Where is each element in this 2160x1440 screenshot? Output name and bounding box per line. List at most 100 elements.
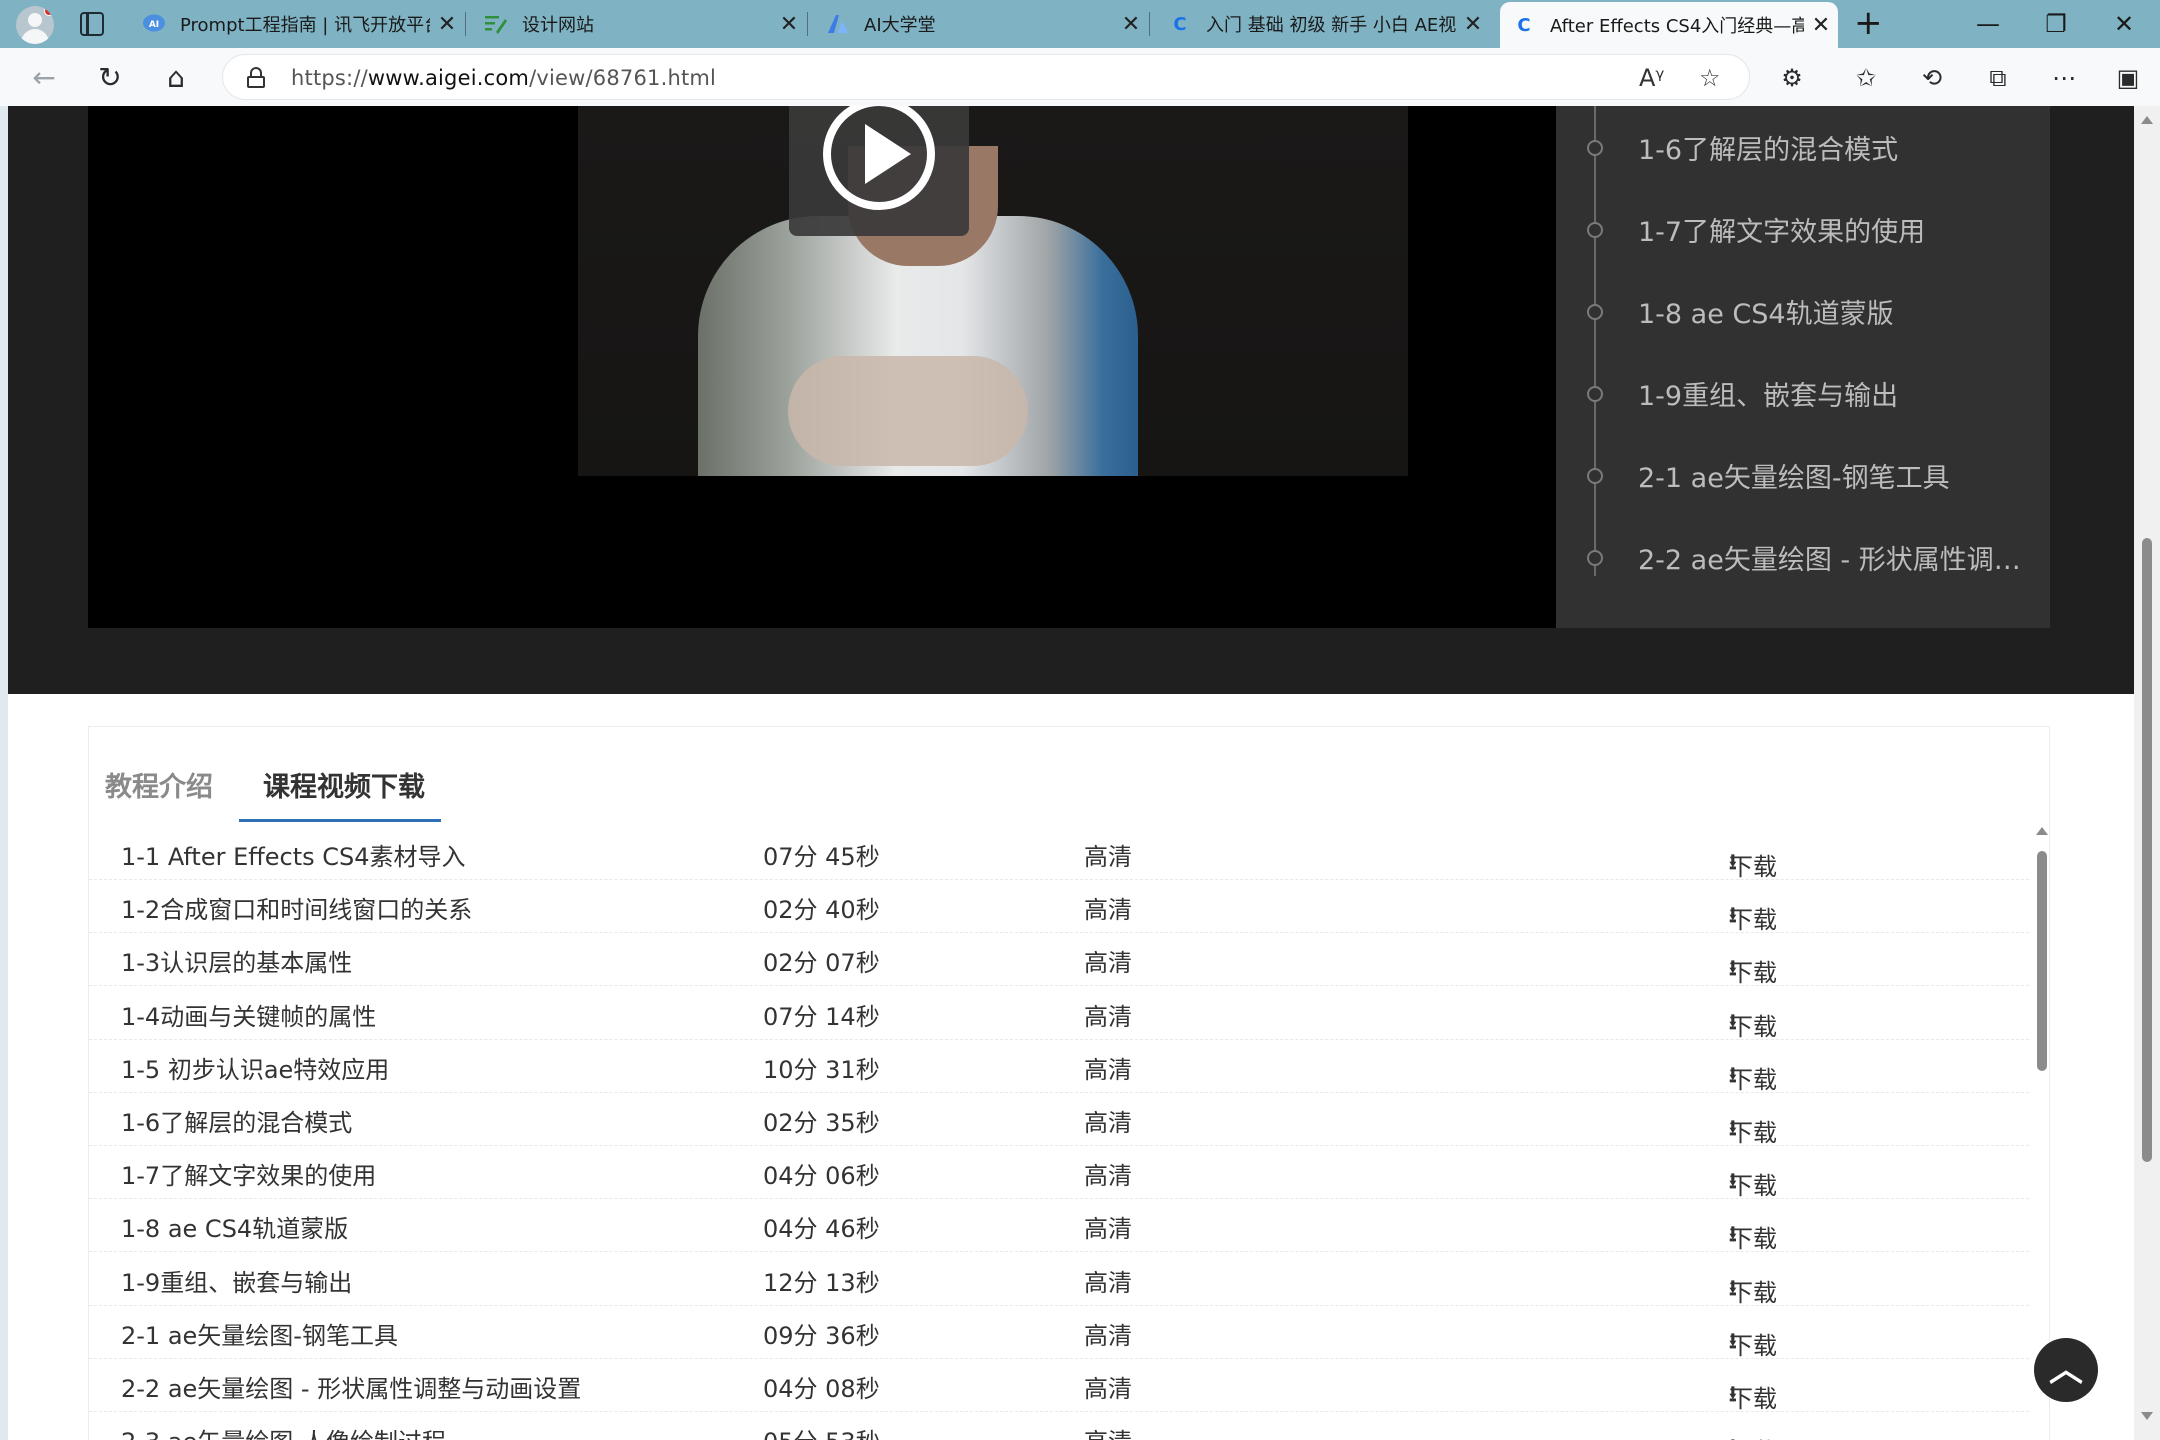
video-title: 1-4动画与关键帧的属性 bbox=[121, 1002, 377, 1031]
history-icon[interactable]: ⟲ bbox=[1914, 60, 1950, 96]
lock-icon[interactable] bbox=[247, 67, 265, 88]
chapter-playlist: 1-6了解层的混合模式 1-7了解文字效果的使用 1-8 ae CS4轨道蒙版 … bbox=[1556, 106, 2050, 628]
video-quality: 高清 bbox=[1084, 949, 1132, 978]
more-menu-icon[interactable]: ⋯ bbox=[2046, 60, 2082, 96]
playlist-item[interactable]: 1-6了解层的混合模式 bbox=[1556, 108, 2050, 168]
address-bar[interactable]: https://www.aigei.com/view/68761.html Aᵞ… bbox=[222, 54, 1750, 100]
close-tab-icon[interactable]: ✕ bbox=[430, 12, 464, 37]
restore-icon[interactable]: ❐ bbox=[2026, 4, 2086, 44]
table-row: 1-4动画与关键帧的属性 07分 14秒 高清 ⭳ 下载 bbox=[89, 987, 2029, 1041]
timeline-dot-icon bbox=[1587, 304, 1603, 320]
video-quality: 高清 bbox=[1084, 896, 1132, 925]
back-to-top-button[interactable]: ︿ bbox=[2034, 1338, 2098, 1402]
new-tab-icon[interactable]: + bbox=[1854, 6, 1883, 40]
table-row: 2-3 ae矢量绘图-人像绘制过程05分 53秒高清⭳下载 bbox=[89, 1412, 2029, 1440]
scrollbar-thumb[interactable] bbox=[2142, 538, 2152, 1162]
video-duration: 07分 14秒 bbox=[763, 1002, 880, 1031]
extensions-icon[interactable]: ⚙ bbox=[1774, 60, 1810, 96]
download-label: 下载 bbox=[1729, 1278, 1777, 1307]
content-tabs: 教程介绍 课程视频下载 bbox=[89, 727, 2049, 823]
pen-icon bbox=[484, 12, 508, 36]
download-label: 下载 bbox=[1729, 1172, 1777, 1201]
table-scrollbar[interactable] bbox=[2035, 827, 2049, 1427]
download-label: 下载 bbox=[1729, 1225, 1777, 1254]
table-row: 2-1 ae矢量绘图-钢笔工具 09分 36秒 高清 ⭳ 下载 bbox=[89, 1306, 2029, 1360]
active-tab-indicator bbox=[239, 819, 441, 822]
scroll-up-icon[interactable] bbox=[2141, 116, 2153, 124]
playlist-item[interactable]: 1-8 ae CS4轨道蒙版 bbox=[1556, 272, 2050, 332]
download-label: 下载 bbox=[1729, 1432, 1777, 1440]
video-section: 1-6了解层的混合模式 1-7了解文字效果的使用 1-8 ae CS4轨道蒙版 … bbox=[8, 106, 2134, 694]
playlist-item[interactable]: 2-2 ae矢量绘图 - 形状属性调整与动画设置 bbox=[1556, 518, 2050, 578]
sidebar-icon[interactable]: ▣ bbox=[2110, 60, 2146, 96]
video-duration: 02分 35秒 bbox=[763, 1109, 880, 1137]
close-tab-icon[interactable]: ✕ bbox=[1456, 12, 1490, 37]
timeline-dot-icon bbox=[1587, 386, 1603, 402]
browser-tab-3[interactable]: AI大学堂 ✕ bbox=[814, 4, 1150, 44]
video-title: 2-3 ae矢量绘图-人像绘制过程 bbox=[121, 1422, 446, 1440]
close-tab-icon[interactable]: ✕ bbox=[1114, 12, 1148, 37]
read-aloud-icon[interactable]: Aᵞ bbox=[1639, 64, 1664, 92]
video-quality: 高清 bbox=[1084, 843, 1132, 871]
window-close-icon[interactable]: ✕ bbox=[2094, 4, 2154, 44]
video-duration: 02分 07秒 bbox=[763, 949, 880, 978]
video-duration: 04分 06秒 bbox=[763, 1162, 880, 1191]
timeline-dot-icon bbox=[1587, 550, 1603, 566]
scroll-down-icon[interactable] bbox=[2141, 1412, 2153, 1420]
table-row: 1-8 ae CS4轨道蒙版 04分 46秒 高清 ⭳ 下载 bbox=[89, 1199, 2029, 1254]
video-title: 1-2合成窗口和时间线窗口的关系 bbox=[121, 896, 473, 925]
favorites-icon[interactable]: ✩ bbox=[1848, 60, 1884, 96]
back-icon[interactable]: ← bbox=[24, 58, 64, 98]
home-icon[interactable]: ⌂ bbox=[156, 58, 196, 98]
url-text[interactable]: https://www.aigei.com/view/68761.html bbox=[291, 66, 716, 90]
video-title: 1-9重组、嵌套与输出 bbox=[121, 1268, 353, 1297]
playlist-item[interactable]: 1-7了解文字效果的使用 bbox=[1556, 190, 2050, 250]
table-row: 1-9重组、嵌套与输出 12分 13秒 高清 ⭳ 下载 bbox=[89, 1253, 2029, 1307]
minimize-icon[interactable]: — bbox=[1958, 4, 2018, 44]
svg-text:AI: AI bbox=[149, 20, 159, 30]
favorite-star-icon[interactable]: ☆ bbox=[1699, 64, 1721, 92]
video-quality: 高清 bbox=[1084, 1109, 1132, 1137]
video-duration: 04分 46秒 bbox=[763, 1215, 880, 1244]
video-quality: 高清 bbox=[1084, 1162, 1132, 1191]
browser-tab-active[interactable]: C After Effects CS4入门经典—高 ✕ bbox=[1500, 2, 1838, 48]
video-duration: 07分 45秒 bbox=[763, 843, 880, 871]
browser-tab-4[interactable]: C 入门 基础 初级 新手 小白 AE视频 ✕ bbox=[1156, 4, 1490, 44]
video-title: 1-8 ae CS4轨道蒙版 bbox=[121, 1215, 349, 1244]
aigei-icon: C bbox=[1517, 14, 1531, 36]
download-label: 下载 bbox=[1729, 1065, 1777, 1094]
tab-actions-icon[interactable] bbox=[80, 12, 104, 36]
video-duration: 12分 13秒 bbox=[763, 1268, 880, 1297]
download-table: 1-1 After Effects CS4素材导入 07分 45秒 高清 ⭳ 下载 1-2… bbox=[89, 827, 2047, 1440]
tab-course-intro[interactable]: 教程介绍 bbox=[105, 765, 213, 804]
video-duration: 02分 40秒 bbox=[763, 896, 880, 925]
screenshot-icon[interactable]: ⧉ bbox=[1980, 60, 2016, 96]
profile-avatar-icon[interactable] bbox=[16, 6, 54, 44]
page-scrollbar[interactable] bbox=[2134, 106, 2160, 1440]
video-duration: 04分 08秒 bbox=[763, 1375, 880, 1403]
download-label: 下载 bbox=[1729, 1012, 1777, 1041]
tab-video-download[interactable]: 课程视频下载 bbox=[263, 765, 425, 804]
browser-tab-1[interactable]: AI Prompt工程指南 | 讯飞开放平台 ✕ bbox=[130, 4, 466, 44]
refresh-icon[interactable]: ↻ bbox=[90, 58, 130, 98]
video-quality: 高清 bbox=[1084, 1422, 1132, 1440]
play-icon[interactable] bbox=[865, 124, 911, 184]
download-label: 下载 bbox=[1729, 959, 1777, 988]
notification-dot-icon bbox=[44, 6, 54, 16]
close-tab-icon[interactable]: ✕ bbox=[772, 12, 806, 37]
download-label: 下载 bbox=[1729, 1331, 1777, 1360]
ai-icon bbox=[826, 12, 850, 36]
video-title: 2-1 ae矢量绘图-钢笔工具 bbox=[121, 1321, 398, 1350]
video-player[interactable] bbox=[88, 106, 1556, 628]
browser-tab-2[interactable]: 设计网站 ✕ bbox=[472, 4, 808, 44]
video-title: 1-7了解文字效果的使用 bbox=[121, 1162, 377, 1191]
table-row: 1-5 初步认识ae特效应用 10分 31秒 高清 ⭳ 下载 bbox=[89, 1040, 2029, 1094]
playlist-item[interactable]: 2-1 ae矢量绘图-钢笔工具 bbox=[1556, 436, 2050, 496]
download-label: 下载 bbox=[1729, 1119, 1777, 1147]
video-duration: 10分 31秒 bbox=[763, 1055, 880, 1084]
table-row: 2-2 ae矢量绘图 - 形状属性调整与动画设置 04分 08秒 高清 ⭳ 下载 bbox=[89, 1359, 2029, 1413]
close-tab-icon[interactable]: ✕ bbox=[1804, 13, 1838, 38]
playlist-item[interactable]: 1-9重组、嵌套与输出 bbox=[1556, 354, 2050, 414]
tab-title: AI大学堂 bbox=[864, 15, 936, 36]
scrollbar-thumb[interactable] bbox=[2037, 851, 2047, 1071]
